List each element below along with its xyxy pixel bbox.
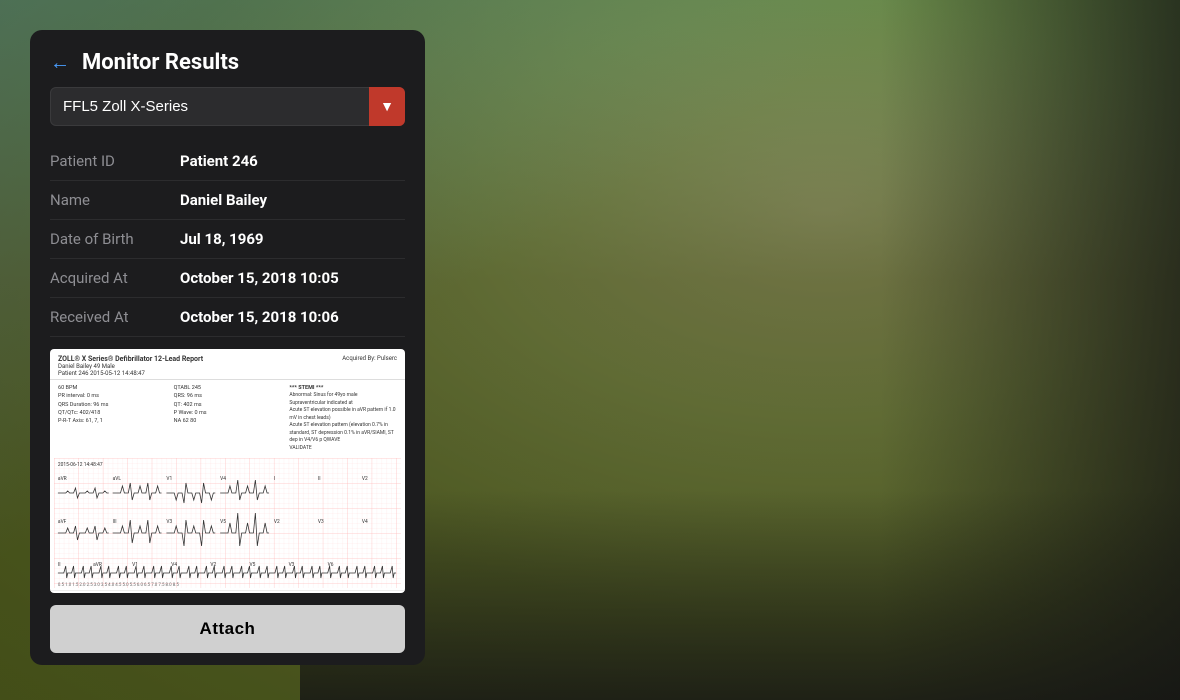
ecg-interpretation-header: *** STEMI *** (289, 384, 397, 392)
ecg-report-header: ZOLL® X Series® Defibrillator 12-Lead Re… (50, 349, 405, 380)
ecg-report-subtitle: Daniel Bailey 49 Male (58, 363, 203, 370)
svg-text:V3: V3 (166, 519, 172, 525)
acquired-at-label: Acquired At (50, 269, 180, 287)
ecg-col-interpretation: *** STEMI *** Abnormal: Sinus for 49yo m… (289, 384, 397, 452)
svg-text:V2: V2 (362, 476, 368, 482)
svg-text:0.5 1.0 1.5 2.0 2.5: 0.5 1.0 1.5 2.0 2.5 3.0 3.5 4.0 4.5 5.0 … (58, 582, 179, 588)
dark-overlay-bottom (300, 400, 1180, 700)
svg-text:V1: V1 (166, 476, 172, 482)
attach-bar: Attach (30, 593, 425, 665)
received-at-row: Received At October 15, 2018 10:06 (50, 298, 405, 337)
patient-id-value: Patient 246 (180, 152, 258, 170)
ecg-measurements-text: 60 BPM PR interval: 0 ms QRS Duration: 9… (58, 384, 166, 425)
panel-title: Monitor Results (82, 50, 239, 75)
acquired-at-row: Acquired At October 15, 2018 10:05 (50, 259, 405, 298)
device-selector-container: FFL5 Zoll X-Series ▼ (50, 87, 405, 126)
dob-label: Date of Birth (50, 230, 180, 248)
panel-header: ← Monitor Results (30, 30, 425, 87)
svg-text:aVF: aVF (58, 519, 67, 525)
ecg-graph-area: 2015-06-12 14:48:47 aVR aVL V1 V4 I II V… (54, 458, 401, 588)
svg-text:II: II (58, 562, 61, 568)
svg-text:V4: V4 (220, 476, 226, 482)
ecg-data-text: QTABL 245 QRS: 96 ms QT: 402 ms P Wave: … (174, 384, 282, 425)
patient-id-row: Patient ID Patient 246 (50, 142, 405, 181)
patient-name-row: Name Daniel Bailey (50, 181, 405, 220)
acquired-at-value: October 15, 2018 10:05 (180, 269, 339, 287)
ecg-acquired-by: Acquired By: Pulserc (342, 355, 397, 362)
ecg-footer-stats: 25 mm/s 10 mm/mV 0.5-40 Hz ECG x1 Grid s… (50, 590, 405, 593)
back-button[interactable]: ← (50, 50, 70, 75)
svg-text:aVL: aVL (113, 476, 122, 482)
monitor-results-panel: ← Monitor Results FFL5 Zoll X-Series ▼ P… (30, 30, 425, 665)
ecg-waveform-svg: 2015-06-12 14:48:47 aVR aVL V1 V4 I II V… (54, 458, 401, 588)
patient-id-label: Patient ID (50, 152, 180, 170)
ecg-interpretation-text: Abnormal: Sinus for 49yo male Supraventr… (289, 392, 397, 452)
svg-text:2015-06-12 14:48:47: 2015-06-12 14:48:47 (58, 462, 103, 468)
ecg-stats-section: 60 BPM PR interval: 0 ms QRS Duration: 9… (50, 380, 405, 456)
ecg-report-date: Patient 246 2015-05-12 14:48:47 (58, 370, 203, 377)
name-label: Name (50, 191, 180, 209)
svg-text:aVR: aVR (58, 476, 67, 482)
ecg-report: ZOLL® X Series® Defibrillator 12-Lead Re… (50, 349, 405, 593)
svg-text:II: II (318, 476, 321, 482)
svg-text:V2: V2 (274, 519, 280, 525)
received-at-label: Received At (50, 308, 180, 326)
svg-text:V5: V5 (220, 519, 226, 525)
svg-text:V6: V6 (328, 562, 334, 568)
ecg-report-title: ZOLL® X Series® Defibrillator 12-Lead Re… (58, 355, 203, 363)
svg-text:V3: V3 (318, 519, 324, 525)
dob-row: Date of Birth Jul 18, 1969 (50, 220, 405, 259)
received-at-value: October 15, 2018 10:06 (180, 308, 339, 326)
ecg-col-data: QTABL 245 QRS: 96 ms QT: 402 ms P Wave: … (174, 384, 282, 452)
svg-text:I: I (274, 476, 275, 482)
device-select[interactable]: FFL5 Zoll X-Series (50, 87, 405, 126)
attach-button[interactable]: Attach (50, 605, 405, 653)
patient-info-section: Patient ID Patient 246 Name Daniel Baile… (30, 142, 425, 337)
svg-text:V1: V1 (132, 562, 138, 568)
ecg-col-measurements: 60 BPM PR interval: 0 ms QRS Duration: 9… (58, 384, 166, 452)
dob-value: Jul 18, 1969 (180, 230, 264, 248)
svg-text:V4: V4 (171, 562, 177, 568)
name-value: Daniel Bailey (180, 191, 267, 209)
svg-text:V5: V5 (249, 562, 255, 568)
svg-text:V4: V4 (362, 519, 368, 525)
svg-text:III: III (113, 519, 117, 525)
svg-text:V2: V2 (210, 562, 216, 568)
